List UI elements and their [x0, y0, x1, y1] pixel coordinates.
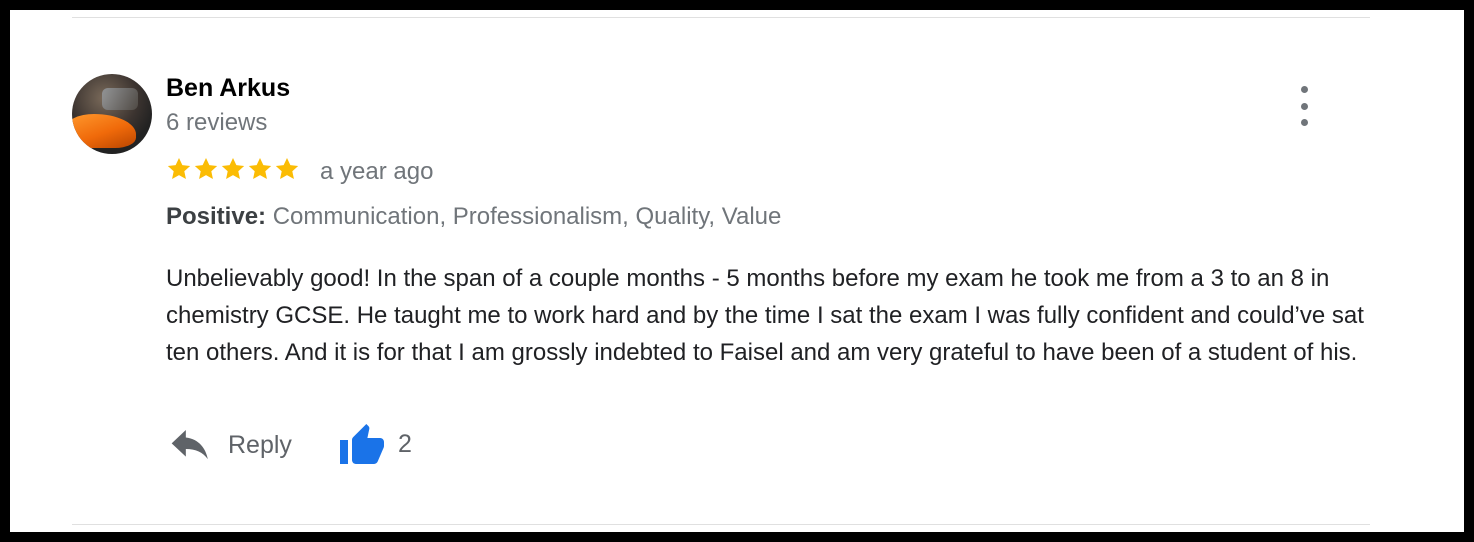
thumbs-up-icon	[340, 424, 384, 464]
reviewer-review-count: 6 reviews	[166, 109, 268, 136]
bottom-divider	[72, 524, 1370, 525]
review-date: a year ago	[320, 158, 434, 185]
reply-button[interactable]: Reply	[170, 428, 292, 462]
star-icon	[275, 157, 299, 179]
star-icon	[194, 157, 218, 179]
reviewer-name[interactable]: Ben Arkus	[166, 74, 290, 103]
positive-values: Communication, Professionalism, Quality,…	[272, 203, 782, 230]
star-icon	[248, 157, 272, 179]
like-button[interactable]: 2	[338, 422, 412, 466]
top-divider	[72, 17, 1370, 18]
positive-attributes: Positive: Communication, Professionalism…	[166, 203, 781, 231]
star-icon	[221, 157, 245, 179]
reply-label: Reply	[228, 430, 292, 459]
review-text: Unbelievably good! In the span of a coup…	[166, 265, 1364, 366]
like-count: 2	[398, 429, 412, 458]
star-rating	[166, 156, 300, 182]
review-card: Ben Arkus 6 reviews a year ago Positive:…	[10, 10, 1464, 532]
positive-label: Positive:	[166, 203, 267, 230]
reply-arrow-icon	[171, 430, 208, 460]
avatar[interactable]	[72, 74, 152, 154]
more-options-icon[interactable]	[1292, 86, 1316, 126]
star-icon	[167, 157, 191, 179]
